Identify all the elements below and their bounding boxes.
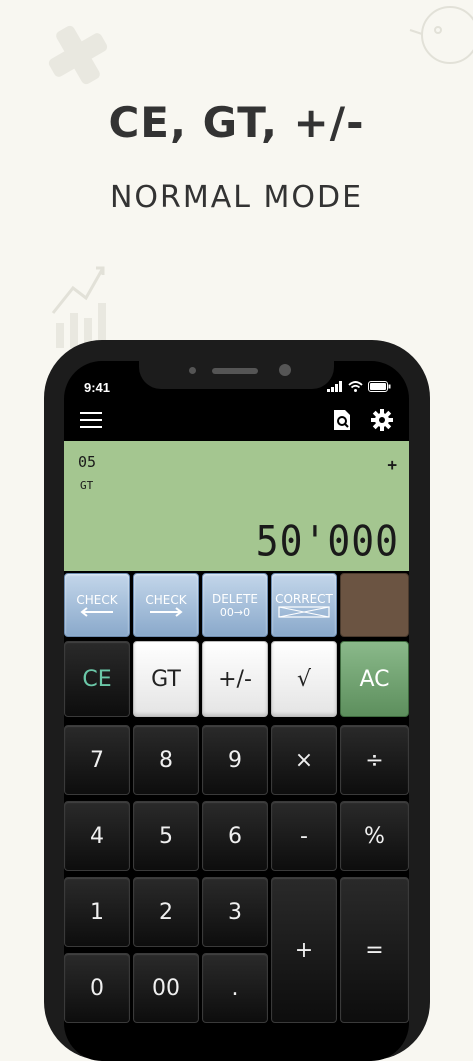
plus-button[interactable]: + bbox=[271, 877, 337, 1023]
key-3[interactable]: 3 bbox=[202, 877, 268, 947]
camera-icon bbox=[279, 364, 291, 376]
delete-sub-label: 00→0 bbox=[219, 605, 251, 619]
display-count: 05 bbox=[78, 453, 97, 471]
settings-button[interactable] bbox=[369, 407, 395, 433]
notch bbox=[139, 361, 334, 389]
correct-button[interactable]: CORRECT bbox=[271, 573, 337, 637]
history-button[interactable] bbox=[329, 407, 355, 433]
gear-icon bbox=[371, 409, 393, 431]
status-icons bbox=[327, 381, 391, 392]
wifi-icon bbox=[348, 381, 363, 392]
equals-button[interactable]: = bbox=[340, 877, 409, 1023]
signal-icon bbox=[327, 381, 342, 392]
sensor-dot bbox=[189, 367, 196, 374]
speaker-grille bbox=[212, 368, 258, 374]
key-0[interactable]: 0 bbox=[64, 953, 130, 1023]
sqrt-button[interactable]: √ bbox=[271, 641, 337, 717]
growth-chart-decoration-icon bbox=[51, 266, 106, 348]
headline: CE, GT, +/- bbox=[108, 98, 365, 147]
subheadline: NORMAL MODE bbox=[109, 180, 364, 215]
arrow-left-icon bbox=[80, 607, 113, 617]
multiply-button[interactable]: × bbox=[271, 725, 337, 795]
menu-button[interactable] bbox=[78, 407, 104, 433]
check-forward-button[interactable]: CHECK bbox=[133, 573, 199, 637]
status-time: 9:41 bbox=[84, 380, 111, 395]
key-5[interactable]: 5 bbox=[133, 801, 199, 871]
plus-minus-button[interactable]: +/- bbox=[202, 641, 268, 717]
gt-button[interactable]: GT bbox=[133, 641, 199, 717]
key-2[interactable]: 2 bbox=[133, 877, 199, 947]
divide-button[interactable]: ÷ bbox=[340, 725, 409, 795]
display-operator: + bbox=[387, 455, 397, 474]
key-9[interactable]: 9 bbox=[202, 725, 268, 795]
display-gt-indicator: GT bbox=[80, 479, 94, 492]
minus-button[interactable]: - bbox=[271, 801, 337, 871]
calculator-display: 05 GT + 50'000 bbox=[64, 441, 409, 571]
ac-button[interactable]: AC bbox=[340, 641, 409, 717]
correct-box-icon bbox=[278, 606, 330, 618]
delete-button[interactable]: DELETE 00→0 bbox=[202, 573, 268, 637]
key-7[interactable]: 7 bbox=[64, 725, 130, 795]
correct-label: CORRECT bbox=[275, 592, 333, 606]
delete-label: DELETE bbox=[211, 591, 258, 606]
check-back-button[interactable]: CHECK bbox=[64, 573, 130, 637]
ce-button[interactable]: CE bbox=[64, 641, 130, 717]
check-back-label: CHECK bbox=[76, 593, 118, 607]
history-search-icon bbox=[334, 410, 350, 430]
plus-decoration-icon bbox=[48, 25, 108, 85]
piggy-bank-decoration-icon bbox=[409, 6, 473, 64]
menu-icon bbox=[80, 412, 102, 428]
key-6[interactable]: 6 bbox=[202, 801, 268, 871]
key-8[interactable]: 8 bbox=[133, 725, 199, 795]
key-00[interactable]: 00 bbox=[133, 953, 199, 1023]
key-4[interactable]: 4 bbox=[64, 801, 130, 871]
arrow-right-icon bbox=[150, 607, 183, 617]
key-1[interactable]: 1 bbox=[64, 877, 130, 947]
phone-screen: 9:41 05 GT + 50'000 CHECK CHECK DELETE 0… bbox=[64, 361, 409, 1061]
check-forward-label: CHECK bbox=[145, 593, 187, 607]
percent-button[interactable]: % bbox=[340, 801, 409, 871]
blank-key[interactable] bbox=[340, 573, 409, 637]
decimal-button[interactable]: . bbox=[202, 953, 268, 1023]
battery-icon bbox=[368, 381, 391, 392]
display-value: 50'000 bbox=[255, 516, 399, 566]
